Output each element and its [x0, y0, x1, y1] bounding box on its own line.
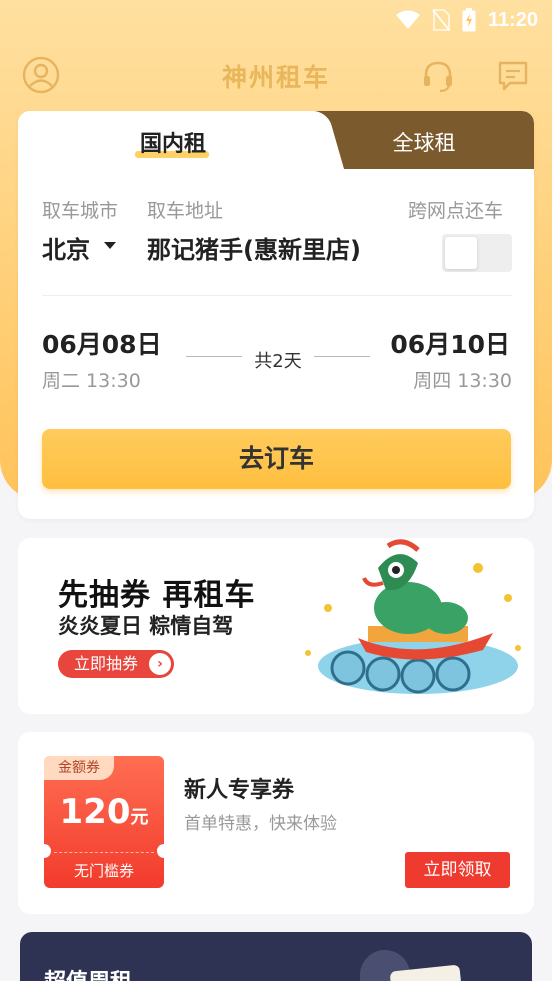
- arrow-right-icon: ›: [149, 653, 171, 675]
- status-bar: 11:20: [0, 0, 552, 40]
- cross-store-toggle[interactable]: [442, 234, 512, 272]
- rental-type-tabs: 全球租 国内租: [18, 111, 534, 171]
- promo-headline: 先抽券 再租车: [58, 578, 256, 613]
- promo-banner[interactable]: 先抽券 再租车 炎炎夏日 粽情自驾 立即抽券 ›: [18, 538, 534, 714]
- coupon-divider: [54, 852, 154, 853]
- return-date[interactable]: 06月10日: [390, 325, 510, 361]
- coupon-amount-value: 120: [59, 792, 131, 832]
- tab-global-rental[interactable]: 全球租: [314, 127, 534, 157]
- coupon-type-tag: 金额券: [44, 756, 114, 780]
- duration-line-right: [314, 356, 370, 357]
- draw-coupon-button[interactable]: 立即抽券 ›: [58, 650, 174, 678]
- dragon-boat-illustration: [305, 539, 521, 694]
- tab-domestic-rental[interactable]: 国内租: [18, 126, 328, 158]
- battery-charging-icon: [462, 8, 476, 32]
- pickup-date[interactable]: 06月08日: [42, 325, 162, 361]
- coupon-condition: 无门槛券: [73, 862, 134, 880]
- pickup-address-label: 取车地址: [147, 200, 224, 222]
- pickup-city-label: 取车城市: [42, 200, 119, 222]
- city-dropdown-icon[interactable]: [104, 242, 116, 249]
- draw-coupon-label: 立即抽券: [74, 654, 139, 673]
- no-sim-icon: [432, 9, 450, 31]
- return-time[interactable]: 周四 13:30: [413, 366, 512, 393]
- promo-subline: 炎炎夏日 粽情自驾: [58, 614, 234, 638]
- new-user-coupon-card: 金额券 120元 无门槛券 新人专享券 首单特惠，快来体验 立即领取: [18, 732, 534, 914]
- book-car-button[interactable]: 去订车: [42, 429, 511, 489]
- claim-coupon-button[interactable]: 立即领取: [405, 852, 510, 888]
- coupon-amount: 120元: [44, 792, 164, 832]
- weekly-rental-section[interactable]: 超值周租: [20, 932, 532, 981]
- wifi-icon: [395, 10, 420, 30]
- coupon-notch-right: [157, 844, 164, 858]
- customer-service-icon[interactable]: [420, 58, 456, 94]
- toggle-knob: [445, 237, 477, 269]
- status-time: 11:20: [487, 8, 538, 31]
- divider: [42, 295, 512, 296]
- coupon-unit: 元: [130, 807, 149, 828]
- coupon-ticket: 金额券 120元 无门槛券: [44, 756, 164, 888]
- pickup-address[interactable]: 那记猪手(惠新里店): [147, 230, 361, 265]
- rental-duration: 共2天: [254, 351, 302, 372]
- coupon-subtitle: 首单特惠，快来体验: [184, 814, 337, 834]
- pickup-city[interactable]: 北京: [42, 230, 90, 265]
- coupon-notch-left: [44, 844, 51, 858]
- weekly-rental-title: 超值周租: [44, 964, 132, 981]
- cross-store-label: 跨网点还车: [408, 200, 504, 222]
- booking-card: 全球租 国内租 取车城市 取车地址 跨网点还车 北京 那记猪手(惠新里店) 06…: [18, 111, 534, 519]
- coupon-title: 新人专享券: [184, 778, 295, 803]
- app-title: 神州租车: [221, 63, 330, 92]
- top-bar: 神州租车: [0, 52, 552, 98]
- message-icon[interactable]: [496, 58, 530, 92]
- pickup-time[interactable]: 周二 13:30: [42, 366, 141, 393]
- duration-line-left: [186, 356, 242, 357]
